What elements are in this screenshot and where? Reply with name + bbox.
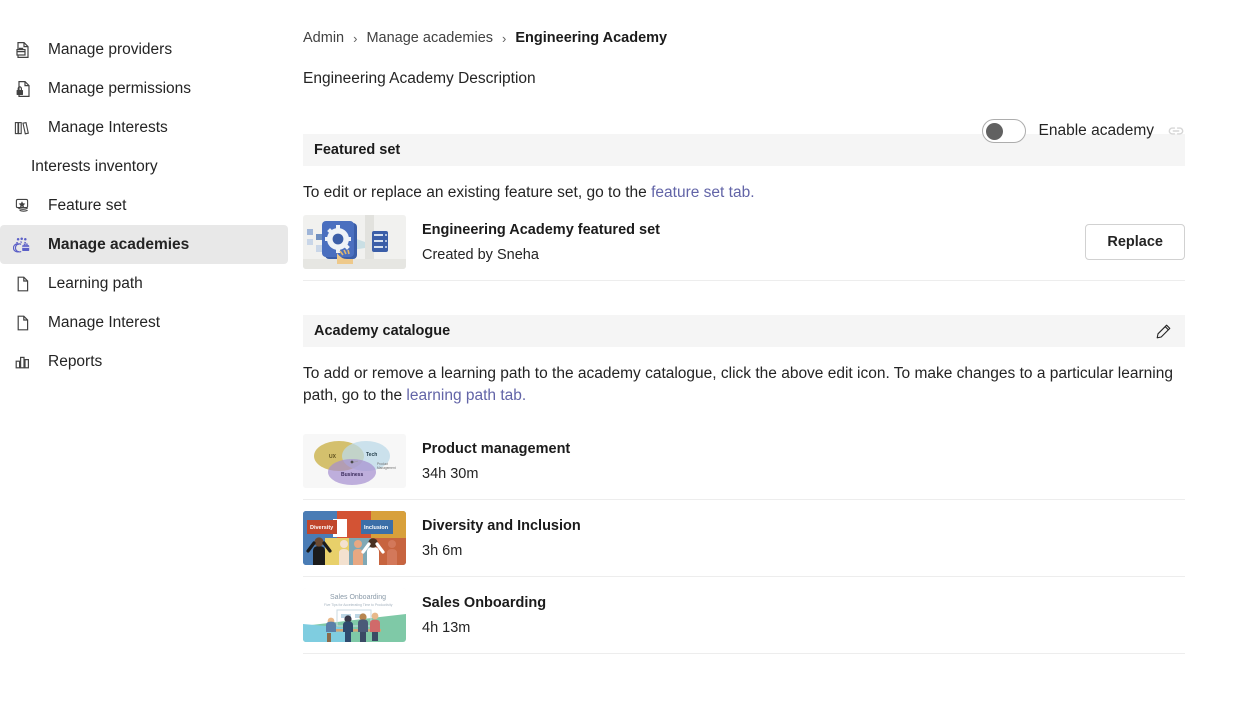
sidebar-item-label: Learning path xyxy=(48,275,143,293)
list-item[interactable]: UX Tech Business Product Management Prod… xyxy=(303,423,1185,500)
sidebar-item-reports[interactable]: Reports xyxy=(0,342,288,381)
featured-set-thumbnail xyxy=(303,215,406,269)
page-icon xyxy=(12,273,34,295)
sidebar-item-manage-academies[interactable]: Manage academies xyxy=(0,225,288,264)
list-item-text: Product management 34h 30m xyxy=(422,441,1185,482)
sidebar-item-label: Manage Interests xyxy=(48,119,168,137)
svg-text:Diversity: Diversity xyxy=(310,525,334,531)
main-content: Admin › Manage academies › Engineering A… xyxy=(295,0,1241,721)
sidebar-item-label: Interests inventory xyxy=(31,158,158,176)
svg-text:Management: Management xyxy=(377,466,396,470)
enable-academy-toggle[interactable] xyxy=(982,119,1026,143)
breadcrumb-item-admin[interactable]: Admin xyxy=(303,30,344,46)
sidebar-item-label: Manage providers xyxy=(48,41,172,59)
sidebar-item-label: Feature set xyxy=(48,197,126,215)
app-root: Manage providers Manage permissions xyxy=(0,0,1241,721)
featured-set-heading: Featured set xyxy=(314,142,400,158)
pencil-edit-icon[interactable] xyxy=(1152,320,1174,342)
breadcrumb-item-current: Engineering Academy xyxy=(515,30,667,46)
list-item-text: Diversity and Inclusion 3h 6m xyxy=(422,518,1185,559)
svg-text:Tech: Tech xyxy=(366,452,377,458)
enable-academy-row: Enable academy xyxy=(982,119,1185,143)
academy-catalogue-note: To add or remove a learning path to the … xyxy=(303,363,1185,407)
chevron-right-icon: › xyxy=(353,31,357,46)
svg-text:Inclusion: Inclusion xyxy=(364,525,389,531)
featured-set-note: To edit or replace an existing feature s… xyxy=(303,182,1185,204)
featured-set-note-text: To edit or replace an existing feature s… xyxy=(303,184,651,201)
feature-set-tab-link[interactable]: feature set tab. xyxy=(651,184,754,201)
academy-catalogue-header: Academy catalogue xyxy=(303,315,1185,347)
sidebar: Manage providers Manage permissions xyxy=(0,0,295,721)
link-chain-icon[interactable] xyxy=(1167,122,1185,140)
books-icon xyxy=(12,117,34,139)
sidebar-item-manage-interest[interactable]: Manage Interest xyxy=(0,303,288,342)
breadcrumb-item-manage-academies[interactable]: Manage academies xyxy=(366,30,493,46)
sidebar-item-label: Manage Interest xyxy=(48,314,160,332)
sidebar-item-label: Manage academies xyxy=(48,236,189,254)
breadcrumb: Admin › Manage academies › Engineering A… xyxy=(303,30,1241,46)
toggle-knob xyxy=(986,123,1003,140)
svg-text:Five Tips for Accelerating Tim: Five Tips for Accelerating Time to Produ… xyxy=(324,603,393,607)
learning-path-tab-link[interactable]: learning path tab. xyxy=(406,387,526,404)
list-item-title: Sales Onboarding xyxy=(422,595,1185,611)
academy-catalogue-section: Academy catalogue To add or remove a lea… xyxy=(303,315,1185,654)
learning-path-thumbnail: UX Tech Business Product Management xyxy=(303,434,406,488)
document-briefcase-icon xyxy=(12,39,34,61)
featured-set-item-title: Engineering Academy featured set xyxy=(422,222,1085,238)
chevron-right-icon: › xyxy=(502,31,506,46)
bar-chart-icon xyxy=(12,351,34,373)
featured-set-item-subtitle: Created by Sneha xyxy=(422,247,1085,263)
page-description: Engineering Academy Description xyxy=(303,70,1241,88)
list-item-text: Sales Onboarding 4h 13m xyxy=(422,595,1185,636)
featured-set-item-text: Engineering Academy featured set Created… xyxy=(422,222,1085,263)
sidebar-item-manage-interests[interactable]: Manage Interests xyxy=(0,108,288,147)
sidebar-item-learning-path[interactable]: Learning path xyxy=(0,264,288,303)
replace-button[interactable]: Replace xyxy=(1085,224,1185,260)
document-lock-icon xyxy=(12,78,34,100)
sidebar-item-label: Manage permissions xyxy=(48,80,191,98)
featured-set-section: Featured set To edit or replace an exist… xyxy=(303,134,1185,281)
list-item[interactable]: Sales Onboarding Five Tips for Accelerat… xyxy=(303,577,1185,654)
learning-path-thumbnail: Diversity Inclusion xyxy=(303,511,406,565)
list-item-title: Product management xyxy=(422,441,1185,457)
people-group-icon xyxy=(12,234,34,256)
svg-text:UX: UX xyxy=(329,454,337,460)
list-item-duration: 4h 13m xyxy=(422,620,1185,636)
svg-text:Business: Business xyxy=(341,472,363,478)
svg-text:Sales Onboarding: Sales Onboarding xyxy=(330,594,386,601)
sidebar-item-manage-providers[interactable]: Manage providers xyxy=(0,30,288,69)
academy-catalogue-heading: Academy catalogue xyxy=(314,323,450,339)
list-item-duration: 3h 6m xyxy=(422,543,1185,559)
sidebar-item-label: Reports xyxy=(48,353,102,371)
enable-academy-label: Enable academy xyxy=(1039,122,1154,140)
featured-set-item[interactable]: Engineering Academy featured set Created… xyxy=(303,204,1185,281)
sidebar-item-interests-inventory[interactable]: Interests inventory xyxy=(0,147,288,186)
list-item-duration: 34h 30m xyxy=(422,466,1185,482)
learning-path-thumbnail: Sales Onboarding Five Tips for Accelerat… xyxy=(303,588,406,642)
list-item[interactable]: Diversity Inclusion xyxy=(303,500,1185,577)
sidebar-item-manage-permissions[interactable]: Manage permissions xyxy=(0,69,288,108)
catalogue-list: UX Tech Business Product Management Prod… xyxy=(303,423,1185,654)
star-cards-icon xyxy=(12,195,34,217)
sidebar-item-feature-set[interactable]: Feature set xyxy=(0,186,288,225)
page-icon xyxy=(12,312,34,334)
list-item-title: Diversity and Inclusion xyxy=(422,518,1185,534)
